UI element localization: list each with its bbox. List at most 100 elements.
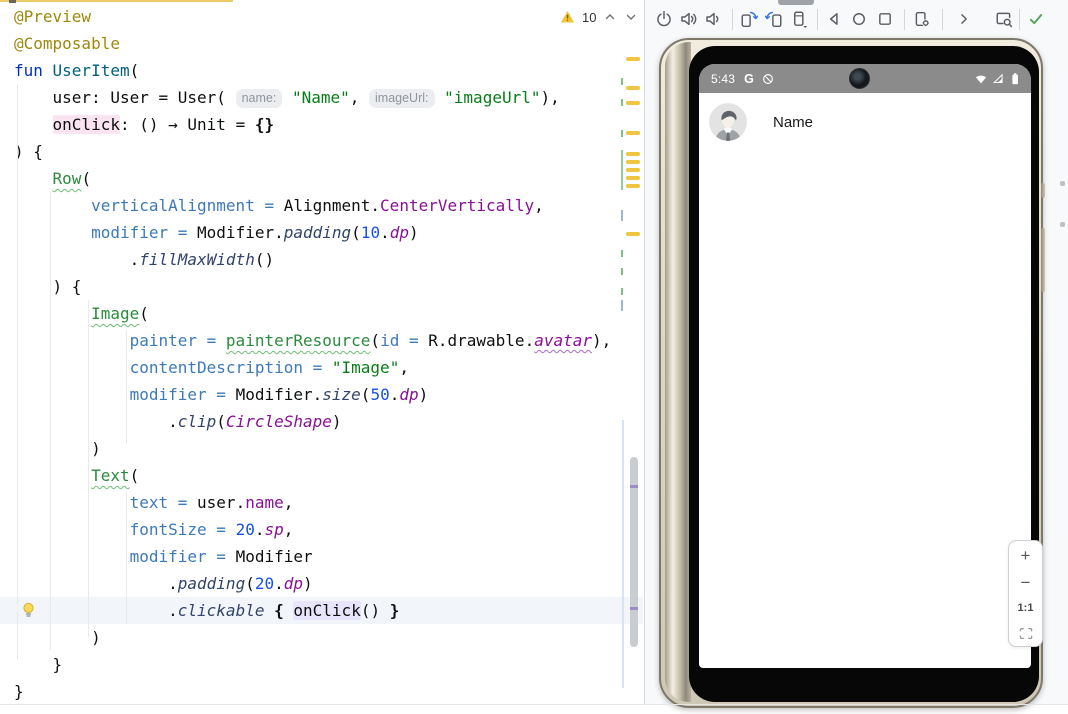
warning-stripe-mark[interactable] [626, 101, 640, 105]
code-line[interactable]: ) { [0, 273, 643, 300]
code-line[interactable]: onClick: () → Unit = {} [0, 111, 643, 138]
rotate-left-icon[interactable] [740, 10, 758, 28]
code-line[interactable]: .padding(20.dp) [0, 570, 643, 597]
rotate-right-icon[interactable] [765, 10, 783, 28]
info-stripe-mark [621, 210, 623, 221]
code-line[interactable]: ) [0, 624, 643, 651]
code-line[interactable]: modifier = Modifier [0, 543, 643, 570]
screenshot-icon[interactable] [995, 10, 1013, 28]
code-line[interactable]: Image( [0, 300, 643, 327]
warning-stripe-mark[interactable] [626, 184, 640, 188]
warning-icon [560, 10, 575, 24]
code-line[interactable]: painter = painterResource(id = R.drawabl… [0, 327, 643, 354]
google-g-icon: G [744, 72, 754, 86]
volume-rocker [1041, 228, 1045, 292]
code-line[interactable]: ) { [0, 138, 643, 165]
zoom-out-button[interactable]: − [1021, 574, 1031, 591]
code-line[interactable]: @Preview [0, 3, 643, 30]
panel-scroll-mark [1060, 222, 1065, 227]
device-settings-icon[interactable] [913, 10, 931, 28]
code-line[interactable]: @Composable [0, 30, 643, 57]
change-stripe-mark [621, 99, 623, 106]
warning-stripe-mark[interactable] [626, 131, 640, 135]
highlight-mark [630, 485, 638, 488]
virtual-device-frame: 5:43 G [659, 38, 1043, 708]
warning-stripe-mark[interactable] [626, 86, 640, 90]
success-check-icon[interactable] [1027, 10, 1045, 28]
avatar [709, 103, 747, 141]
code-lines[interactable]: @Preview@Composablefun UserItem( user: U… [0, 3, 643, 705]
signal-icon [991, 72, 1005, 86]
code-line[interactable]: } [0, 678, 643, 705]
volume-up-icon[interactable] [680, 10, 698, 28]
panel-scroll-mark [1060, 181, 1065, 186]
zoom-in-button[interactable]: + [1021, 547, 1031, 564]
intention-bulb-icon[interactable] [21, 602, 36, 624]
blocked-icon [761, 72, 775, 86]
code-line[interactable]: .clickable { onClick() } [0, 597, 643, 624]
change-stripe-mark [621, 78, 623, 85]
analysis-bar [622, 420, 624, 688]
code-line[interactable]: modifier = Modifier.padding(10.dp) [0, 219, 643, 246]
zoom-controls: + − 1:1 [1008, 540, 1043, 647]
user-name-text: Name [773, 114, 813, 131]
code-line[interactable]: .fillMaxWidth() [0, 246, 643, 273]
code-line[interactable]: ) [0, 435, 643, 462]
toolbar-divider [1019, 9, 1020, 30]
editor-scrollbar[interactable] [618, 0, 643, 705]
code-line[interactable]: text = user.name, [0, 489, 643, 516]
toolbar-divider [942, 9, 943, 30]
warning-stripe-mark[interactable] [626, 176, 640, 180]
warning-count: 10 [582, 10, 596, 25]
power-icon[interactable] [655, 10, 673, 28]
code-line[interactable]: user: User = User( name: "Name", imageUr… [0, 84, 643, 111]
code-line[interactable]: Text( [0, 462, 643, 489]
emulator-toolbar [645, 0, 1068, 40]
back-icon[interactable] [825, 10, 843, 28]
status-time: 5:43 [711, 72, 735, 86]
battery-icon [1008, 72, 1022, 86]
code-line[interactable]: fun UserItem( [0, 57, 643, 84]
change-stripe-mark [621, 250, 623, 257]
warning-stripe-mark[interactable] [626, 152, 640, 156]
code-line[interactable]: .clip(CircleShape) [0, 408, 643, 435]
volume-down-icon[interactable] [705, 10, 723, 28]
app-display[interactable]: 5:43 G [699, 64, 1031, 668]
toolbar-divider [817, 9, 818, 30]
warning-stripe-mark[interactable] [626, 160, 640, 164]
code-line[interactable]: fontSize = 20.sp, [0, 516, 643, 543]
code-line[interactable]: modifier = Modifier.size(50.dp) [0, 381, 643, 408]
power-button [1041, 183, 1045, 198]
user-item-row[interactable]: Name [699, 93, 1031, 151]
previous-problem-icon[interactable] [603, 10, 617, 24]
highlight-mark [630, 607, 638, 610]
overview-icon[interactable] [876, 10, 894, 28]
more-icon[interactable] [955, 10, 973, 28]
home-icon[interactable] [850, 10, 868, 28]
warning-stripe-mark[interactable] [626, 232, 640, 236]
wifi-icon [974, 72, 988, 86]
emulator-panel: 5:43 G [644, 0, 1068, 705]
change-stripe-mark [621, 288, 623, 295]
statusbar-divider [0, 704, 1068, 705]
ide-window: @Preview@Composablefun UserItem( user: U… [0, 0, 1068, 714]
device-screen[interactable]: 5:43 G [689, 46, 1039, 702]
change-stripe-mark [621, 268, 623, 275]
code-line[interactable]: verticalAlignment = Alignment.CenterVert… [0, 192, 643, 219]
change-stripe-mark [621, 130, 623, 137]
fold-posture-icon[interactable] [790, 10, 808, 28]
toolbar-scroll-pill[interactable] [778, 0, 814, 5]
fit-screen-icon[interactable] [1019, 627, 1033, 640]
code-line[interactable]: contentDescription = "Image", [0, 354, 643, 381]
code-line[interactable]: } [0, 651, 643, 678]
code-editor[interactable]: @Preview@Composablefun UserItem( user: U… [0, 0, 643, 705]
toolbar-divider [904, 9, 905, 30]
camera-punch-hole [849, 68, 870, 89]
toolbar-divider [732, 9, 733, 30]
fold-hinge [665, 42, 691, 702]
zoom-reset-button[interactable]: 1:1 [1018, 600, 1034, 617]
info-stripe-mark [621, 300, 623, 311]
warning-stripe-mark[interactable] [626, 168, 640, 172]
warning-stripe-mark[interactable] [626, 57, 640, 61]
code-line[interactable]: Row( [0, 165, 643, 192]
